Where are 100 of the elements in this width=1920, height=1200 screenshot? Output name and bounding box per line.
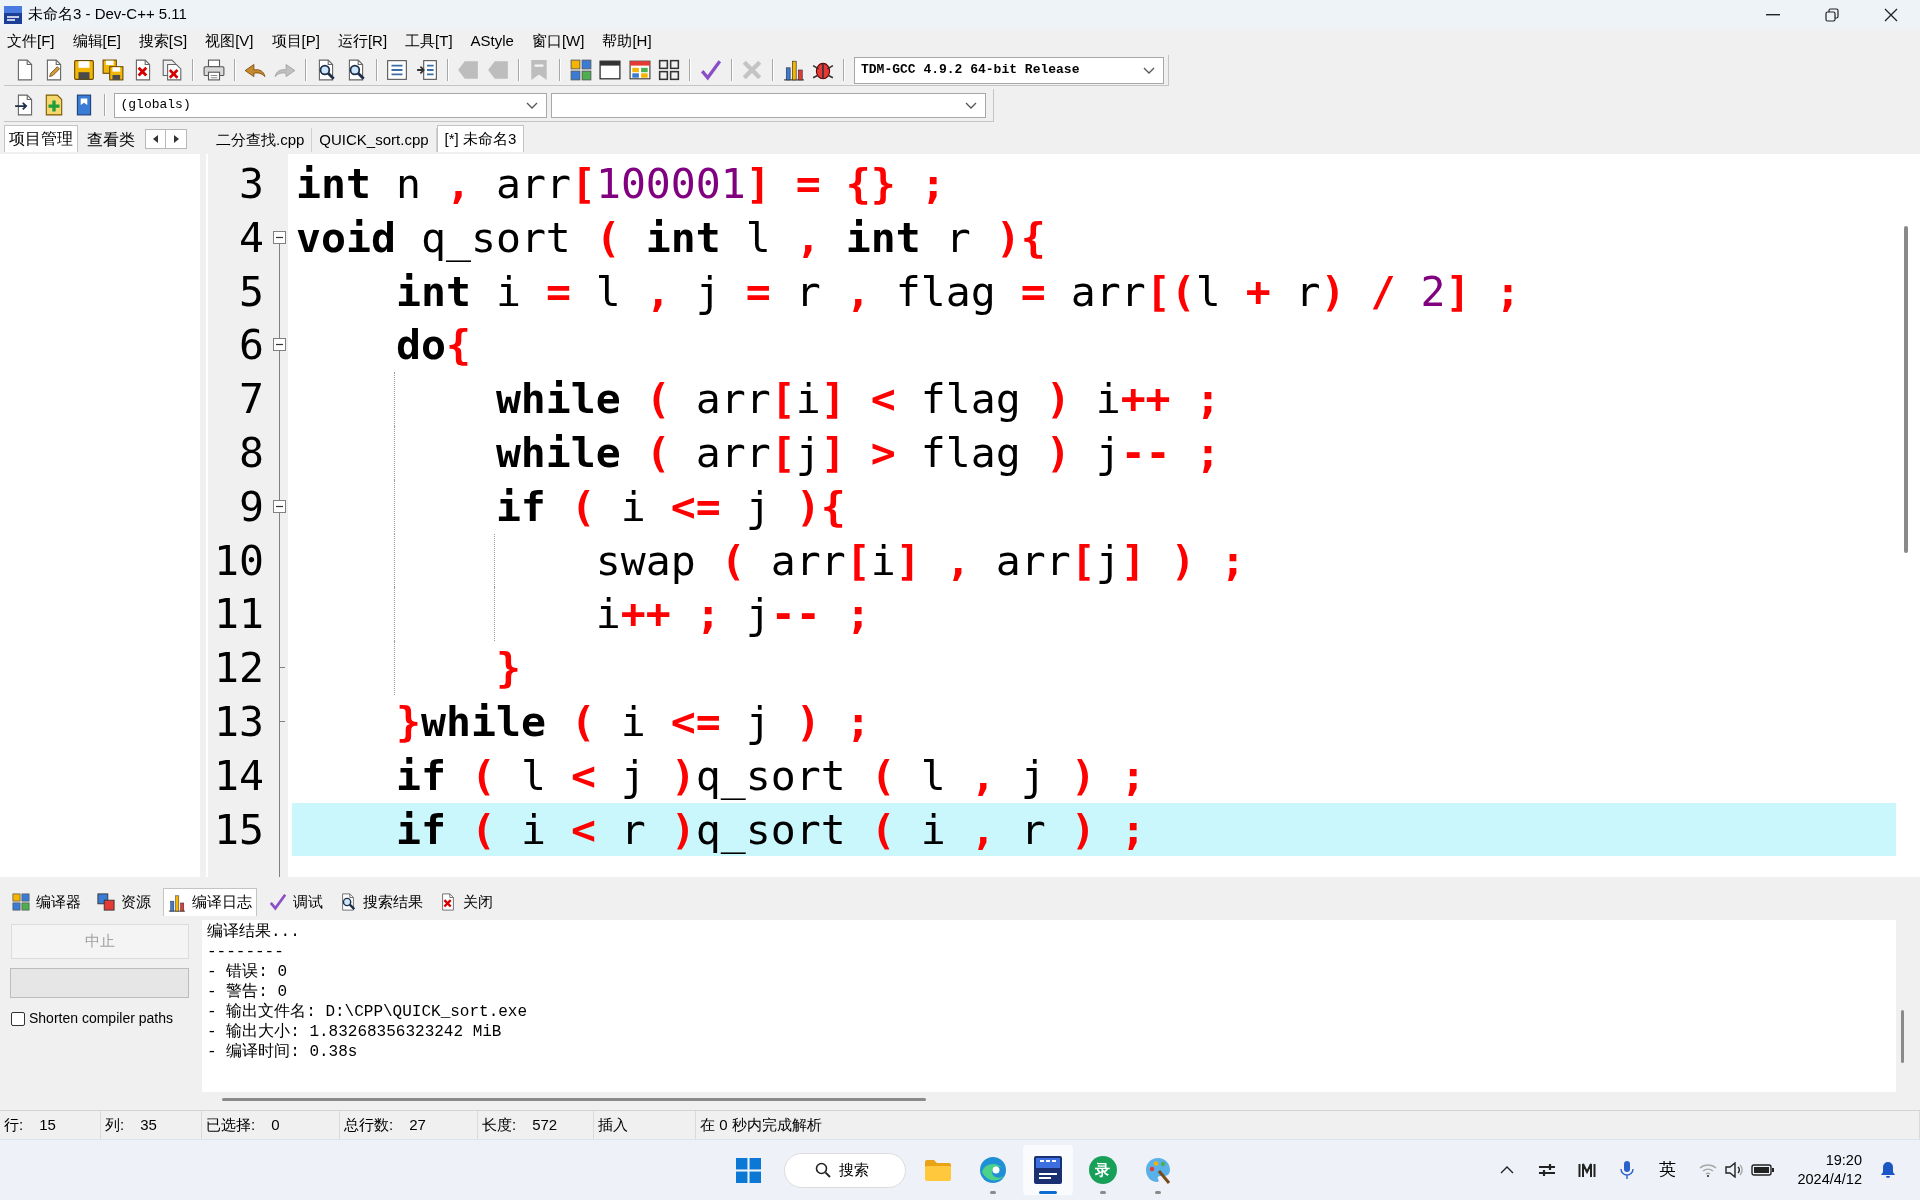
status-value: 0 — [271, 1114, 280, 1135]
menu-item[interactable]: 编辑[E] — [72, 31, 121, 51]
log-line: - 警告: 0 — [207, 982, 287, 1002]
line-number: 5 — [239, 265, 264, 318]
compiler-select[interactable]: TDM-GCC 4.9.2 64-bit Release — [854, 56, 1164, 84]
caret-left-icon — [153, 135, 158, 143]
status-label: 行: — [4, 1114, 24, 1135]
editor-tab[interactable]: 二分查找.cpp — [209, 128, 313, 152]
window-title: 未命名3 - Dev-C++ 5.11 — [28, 4, 187, 25]
app-tile-icon — [1033, 1156, 1062, 1184]
clock-button[interactable]: 19:20 2024/4/12 — [1793, 1148, 1866, 1192]
status-label: 列: — [105, 1114, 125, 1135]
line-number: 15 — [214, 803, 264, 856]
line-number: 6 — [239, 319, 264, 372]
menu-item[interactable]: 帮助[H] — [602, 31, 652, 51]
editor-tab[interactable]: QUICK_sort.cpp — [312, 128, 437, 152]
code-line: while ( arr[j] > flag ) j-- ; — [495, 427, 1221, 479]
code-line: if ( i < r )q_sort ( i , r ) ; — [395, 803, 1146, 856]
menu-item[interactable]: AStyle — [470, 31, 514, 51]
page-magnifier-icon — [339, 893, 357, 911]
clock-time: 19:20 — [1825, 1151, 1862, 1170]
input-language-button[interactable]: 英 — [1649, 1150, 1686, 1190]
panel-tab[interactable]: 关闭 — [435, 888, 497, 916]
editor-tab[interactable]: [*] 未命名3 — [436, 125, 525, 152]
line-number: 10 — [214, 534, 264, 587]
tab[interactable]: 项目管理 — [4, 125, 78, 152]
status-value: 15 — [39, 1114, 56, 1135]
battery-icon — [1751, 1163, 1776, 1177]
line-number: 9 — [239, 480, 264, 533]
menu-item[interactable]: 工具[T] — [405, 31, 453, 51]
code-line: do{ — [395, 319, 471, 372]
collapse-icon[interactable] — [273, 230, 286, 244]
line-number: 7 — [239, 373, 264, 426]
chevron-down-icon — [1143, 66, 1155, 74]
panel-tab[interactable]: 搜索结果 — [335, 888, 427, 916]
code-line: int n , arr[100001] = {} ; — [296, 158, 946, 210]
caret-right-icon — [173, 135, 179, 143]
folder-icon — [923, 1158, 952, 1182]
panel-tab[interactable]: 编译器 — [8, 888, 85, 916]
tag-left-icon — [486, 59, 509, 81]
scrollbar-thumb[interactable] — [1901, 1010, 1904, 1063]
printer-icon — [202, 59, 225, 81]
line-number: 14 — [214, 749, 264, 802]
panel-tab[interactable]: 编译日志 — [163, 888, 257, 916]
bar-chart-icon — [168, 893, 186, 912]
line-number: 4 — [239, 211, 264, 264]
overlapping-squares-icon — [97, 893, 115, 911]
status-text: 在 0 秒内完成解析 — [700, 1114, 822, 1135]
search-icon — [814, 1162, 831, 1178]
panel-tab[interactable]: 调试 — [265, 888, 327, 916]
chevron-down-icon — [525, 101, 538, 109]
log-line: 编译结果... — [207, 922, 300, 942]
sliders-icon — [1538, 1163, 1557, 1177]
status-value: 572 — [532, 1114, 558, 1135]
checkbox[interactable] — [11, 1011, 25, 1026]
tiled-window-icon — [628, 59, 651, 81]
check-icon — [699, 59, 722, 81]
scrollbar-thumb[interactable] — [222, 1098, 926, 1101]
recorder-app-icon: 录 — [1088, 1156, 1117, 1184]
code-line: if ( i <= j ){ — [495, 480, 846, 533]
line-number: 13 — [214, 695, 264, 748]
tab[interactable]: 查看类 — [83, 128, 139, 152]
code-line: if ( l < j )q_sort ( l , j ) ; — [395, 749, 1146, 802]
collapse-icon[interactable] — [273, 338, 286, 352]
checkbox-label: Shorten compiler paths — [29, 1009, 173, 1028]
log-line: -------- — [207, 942, 284, 962]
code-line: swap ( arr[i] , arr[j] ) ; — [595, 534, 1246, 587]
menu-item[interactable]: 搜索[S] — [138, 31, 188, 51]
grid-icon — [12, 893, 30, 911]
minimize-icon — [1765, 13, 1780, 16]
scope-select[interactable]: (globals) — [113, 92, 547, 118]
menu-item[interactable]: 窗口[W] — [531, 31, 585, 51]
collapse-icon[interactable] — [273, 499, 286, 513]
status-value: 35 — [140, 1114, 157, 1135]
close-icon — [1883, 7, 1898, 22]
text-lines-icon — [386, 59, 409, 81]
start-icon — [736, 1157, 761, 1183]
bars-icon — [1578, 1162, 1597, 1178]
wifi-icon — [1699, 1163, 1718, 1177]
taskbar-app-button[interactable] — [1022, 1145, 1073, 1195]
tab-scroll-left-button[interactable] — [145, 129, 166, 149]
panel-tab[interactable]: 资源 — [93, 888, 155, 916]
menu-item[interactable]: 运行[R] — [337, 31, 388, 51]
code-line: } — [495, 642, 521, 695]
code-line: }while ( i <= j ) ; — [395, 695, 871, 748]
tab-scroll-right-button[interactable] — [166, 129, 187, 149]
menu-item[interactable]: 项目[P] — [271, 31, 320, 51]
bell-icon — [1880, 1161, 1896, 1179]
code-line: i++ ; j-- ; — [595, 588, 871, 641]
search-button[interactable]: 搜索 — [783, 1152, 906, 1188]
microphone-icon — [1620, 1160, 1635, 1180]
tag-left-icon — [457, 59, 480, 81]
code-line: while ( arr[i] < flag ) i++ ; — [495, 373, 1221, 426]
bar-chart-icon — [782, 59, 805, 81]
pages-x-icon — [161, 59, 184, 81]
clock-date: 2024/4/12 — [1797, 1170, 1862, 1189]
menu-item[interactable]: 文件[F] — [7, 31, 55, 51]
menu-item[interactable]: 视图[V] — [205, 31, 254, 51]
line-number: 3 — [239, 158, 264, 210]
scrollbar-thumb[interactable] — [1904, 226, 1908, 553]
